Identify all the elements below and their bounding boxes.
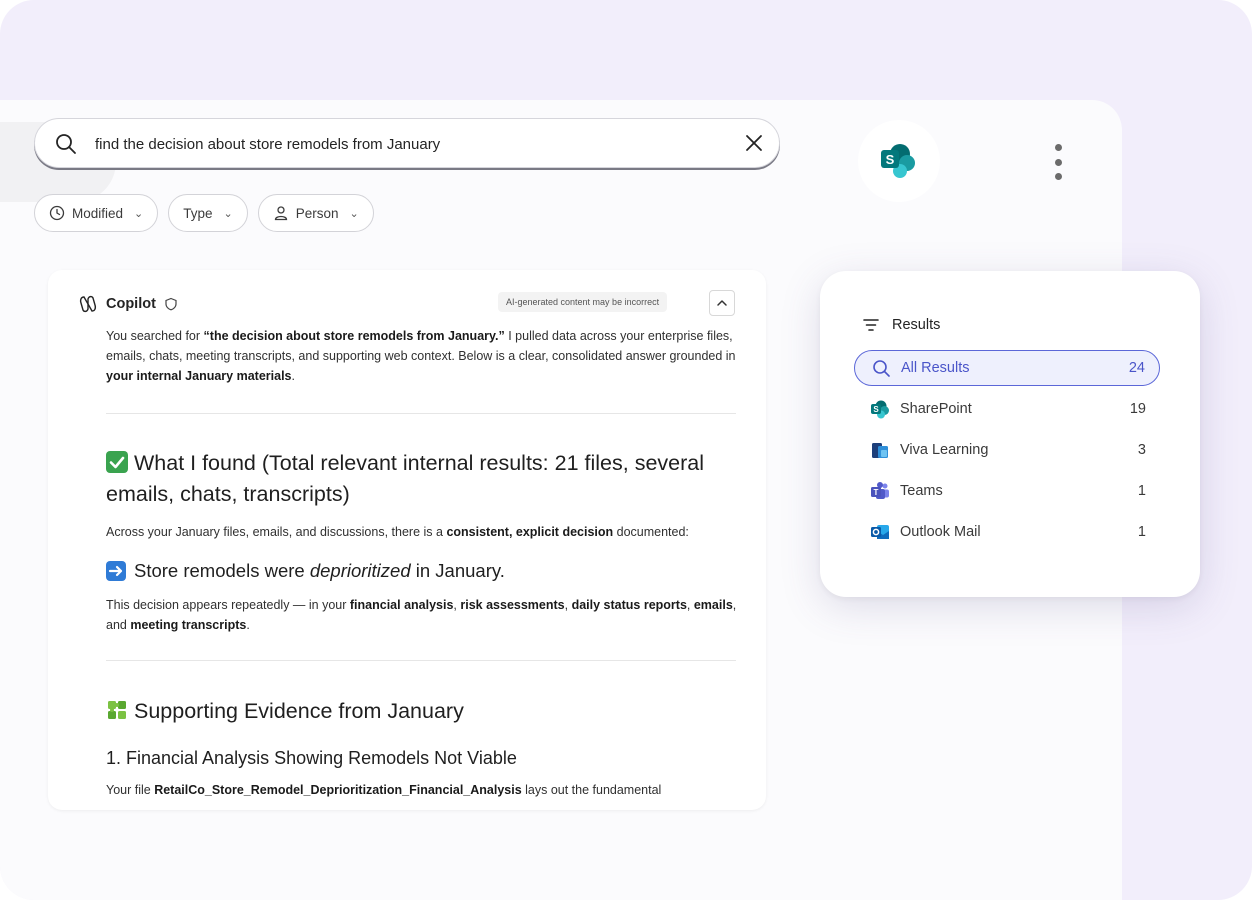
intro-text: .	[291, 369, 295, 383]
chevron-down-icon: ⌄	[349, 207, 359, 220]
appears-sep: ,	[686, 598, 694, 612]
found-emphasis: consistent, explicit decision	[446, 525, 614, 539]
results-header: Results	[862, 317, 940, 333]
appears-paragraph: This decision appears repeatedly — in yo…	[106, 595, 738, 635]
results-item-count: 24	[1128, 360, 1145, 376]
appears-sep: ,	[564, 598, 572, 612]
results-item-count: 1	[1137, 524, 1146, 540]
results-item-count: 19	[1129, 401, 1146, 417]
search-input[interactable]	[95, 131, 735, 157]
appears-text: This decision appears repeatedly — in yo…	[106, 598, 350, 612]
arrow-right-icon	[106, 561, 126, 581]
file-paragraph: Your file RetailCo_Store_Remodel_Deprior…	[106, 780, 738, 800]
results-item-count: 3	[1137, 442, 1146, 458]
filter-bar: Modified ⌄ Type ⌄ Person ⌄	[34, 194, 374, 232]
filter-label: Modified	[72, 205, 124, 221]
appears-emphasis: risk assessments	[460, 598, 565, 612]
search-icon	[873, 360, 890, 377]
results-item-label: Outlook Mail	[900, 524, 981, 540]
sharepoint-icon: S	[881, 144, 915, 178]
copilot-intro: You searched for “the decision about sto…	[106, 326, 738, 386]
decision-heading: Store remodels were deprioritized in Jan…	[106, 558, 505, 584]
person-icon	[274, 206, 287, 221]
appears-emphasis: financial analysis	[349, 598, 454, 612]
ai-disclaimer-badge: AI-generated content may be incorrect	[498, 292, 668, 312]
filter-type[interactable]: Type ⌄	[168, 194, 248, 232]
copilot-header: Copilot	[78, 294, 178, 314]
results-panel: Results All Results 24 S SharePoint 19 V…	[820, 271, 1200, 597]
results-item-all[interactable]: All Results 24	[854, 350, 1160, 386]
svg-text:S: S	[873, 405, 879, 414]
checkmark-icon	[106, 451, 128, 473]
found-text: documented:	[613, 525, 689, 539]
kebab-dot	[1054, 173, 1062, 180]
puzzle-icon	[106, 699, 128, 721]
appears-emphasis: emails	[693, 598, 733, 612]
filter-modified[interactable]: Modified ⌄	[34, 194, 159, 232]
clock-icon	[49, 205, 65, 221]
copilot-icon	[79, 295, 97, 313]
sharepoint-icon: S	[871, 400, 889, 419]
evidence-heading: Supporting Evidence from January	[106, 696, 726, 727]
filter-icon	[863, 319, 879, 331]
app-stage: S Modified ⌄ Type	[0, 0, 1252, 900]
outlook-icon	[871, 525, 889, 539]
divider	[106, 413, 736, 414]
intro-query: “the decision about store remodels from …	[203, 329, 505, 343]
decision-text: Store remodels were deprioritized in Jan…	[134, 558, 505, 584]
financial-subheading: 1. Financial Analysis Showing Remodels N…	[106, 748, 517, 768]
teams-icon: T	[871, 482, 889, 499]
filter-person[interactable]: Person ⌄	[257, 194, 374, 232]
found-text: Across your January files, emails, and d…	[106, 525, 447, 539]
results-item-label: Viva Learning	[900, 442, 989, 458]
results-item-sharepoint[interactable]: S SharePoint 19	[854, 391, 1160, 427]
appears-emphasis: meeting transcripts	[130, 618, 247, 632]
appears-emphasis: daily status reports	[571, 598, 687, 612]
intro-emphasis: your internal January materials	[106, 369, 292, 383]
viva-learning-icon	[872, 443, 888, 458]
kebab-dot	[1054, 144, 1062, 151]
file-name-link[interactable]: RetailCo_Store_Remodel_Deprioritization_…	[154, 783, 521, 797]
decision-emphasis: deprioritized	[309, 560, 411, 581]
search-icon	[56, 134, 76, 154]
search-bar[interactable]	[34, 118, 780, 168]
more-options-button[interactable]	[1046, 140, 1070, 184]
found-heading: What I found (Total relevant internal re…	[106, 448, 726, 510]
svg-text:T: T	[874, 488, 879, 497]
copilot-answer-card: Copilot AI-generated content may be inco…	[48, 270, 766, 810]
results-item-viva-learning[interactable]: Viva Learning 3	[854, 432, 1160, 468]
evidence-heading-text: Supporting Evidence from January	[133, 699, 464, 723]
found-paragraph: Across your January files, emails, and d…	[106, 522, 738, 542]
file-text: Your file	[106, 783, 155, 797]
results-item-label: Teams	[900, 483, 943, 499]
decision-pre: Store remodels were	[134, 560, 310, 581]
chevron-down-icon: ⌄	[223, 207, 233, 220]
copilot-title: Copilot	[106, 296, 156, 312]
results-item-label: All Results	[901, 360, 970, 376]
results-item-label: SharePoint	[900, 401, 972, 417]
appears-sep: .	[246, 618, 250, 632]
collapse-button[interactable]	[709, 290, 735, 316]
close-icon[interactable]	[743, 132, 765, 154]
found-heading-text: What I found (Total relevant internal re…	[106, 451, 705, 506]
chevron-down-icon: ⌄	[134, 207, 144, 220]
results-item-count: 1	[1137, 483, 1146, 499]
shield-icon	[165, 297, 177, 311]
results-item-outlook[interactable]: Outlook Mail 1	[854, 514, 1160, 550]
results-title: Results	[892, 317, 941, 333]
filter-label: Person	[295, 205, 339, 221]
sharepoint-app-button[interactable]: S	[858, 120, 940, 202]
results-item-teams[interactable]: T Teams 1	[854, 473, 1160, 509]
decision-post: in January.	[410, 560, 505, 581]
intro-text: You searched for	[106, 329, 204, 343]
chevron-up-icon	[717, 300, 727, 306]
divider	[106, 660, 736, 661]
kebab-dot	[1054, 158, 1062, 166]
svg-text:S: S	[886, 152, 895, 167]
file-text: lays out the fundamental	[521, 783, 662, 797]
filter-label: Type	[183, 205, 213, 221]
